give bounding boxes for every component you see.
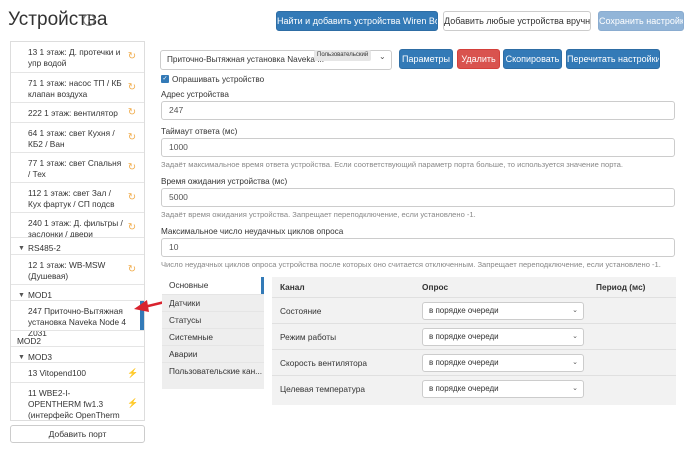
disconnected-icon: ⚡	[127, 368, 139, 378]
sidebar-device-item[interactable]: 64 1 этаж: свет Кухня / КБ2 / Ван ↻	[11, 122, 144, 152]
tab-sensors[interactable]: Датчики	[162, 294, 264, 311]
poll-device-label: Опрашивать устройство	[172, 75, 265, 84]
chevron-down-icon: ⌄	[379, 52, 386, 61]
channel-tabs: Основные Датчики Статусы Системные Авари…	[162, 277, 264, 389]
col-channel: Канал	[280, 282, 305, 292]
devices-sidebar: 13 1 этаж: Д. протечки и упр водой ↻ 71 …	[10, 41, 145, 421]
timeout-input[interactable]: 1000	[161, 138, 675, 157]
find-wb-devices-button[interactable]: Найти и добавить устройства Wiren Board	[276, 11, 438, 31]
chevron-down-icon: ▼	[18, 245, 25, 252]
refresh-icon: ↻	[127, 51, 137, 62]
sidebar-device-item[interactable]: 112 1 этаж: свет Зал / Кух фартук / СП п…	[11, 182, 144, 212]
delete-button[interactable]: Удалить	[457, 49, 500, 69]
channels-table: Канал Опрос Период (мс) Состояние в поря…	[272, 277, 676, 405]
maxfail-input[interactable]: 10	[161, 238, 675, 257]
sidebar-device-item[interactable]: 222 1 этаж: вентилятор ↻	[11, 102, 144, 122]
sidebar-device-item[interactable]: 11 WBE2-I-OPENTHERM fw1.3 (интерфейс Ope…	[11, 382, 144, 420]
table-row: Состояние в порядке очереди ⌄	[272, 297, 676, 323]
sidebar-device-item[interactable]: 13 1 этаж: Д. протечки и упр водой ↻	[11, 42, 144, 72]
custom-template-badge: Пользовательский	[314, 50, 372, 61]
add-port-button[interactable]: Добавить порт	[10, 425, 145, 443]
col-period: Период (мс)	[596, 282, 646, 292]
sidebar-device-item[interactable]: 71 1 этаж: насос ТП / КБ клапан воздуха …	[11, 72, 144, 102]
table-row: Режим работы в порядке очереди ⌄	[272, 323, 676, 349]
sidebar-device-item[interactable]: 12 1 этаж: WB-MSW (Душевая) ↻	[11, 254, 144, 284]
table-row: Целевая температура в порядке очереди ⌄	[272, 375, 676, 401]
address-input[interactable]: 247	[161, 101, 675, 120]
poll-device-checkbox[interactable]: ✓	[161, 75, 169, 83]
tab-main[interactable]: Основные	[162, 277, 264, 294]
copy-button[interactable]: Скопировать	[503, 49, 562, 69]
poll-mode-select[interactable]: в порядке очереди ⌄	[422, 328, 584, 346]
sidebar-device-item[interactable]: 13 Vitopend100 ⚡	[11, 362, 144, 382]
sidebar-device-item[interactable]: 77 1 этаж: свет Спальня / Тех ↻	[11, 152, 144, 182]
params-button[interactable]: Параметры	[399, 49, 453, 69]
refresh-icon: ↻	[127, 162, 137, 173]
wait-label: Время ожидания устройства (мс)	[161, 177, 288, 186]
tab-custom-channels[interactable]: Пользовательские кан...	[162, 362, 264, 379]
wait-input[interactable]: 5000	[161, 188, 675, 207]
tab-statuses[interactable]: Статусы	[162, 311, 264, 328]
refresh-icon: ↻	[127, 192, 137, 203]
sidebar-device-item-selected[interactable]: 247 Приточно-Вытяжная установка Naveka N…	[11, 300, 144, 338]
chevron-down-icon: ⌄	[572, 359, 578, 366]
poll-mode-select[interactable]: в порядке очереди ⌄	[422, 380, 584, 398]
poll-mode-select[interactable]: в порядке очереди ⌄	[422, 302, 584, 320]
address-label: Адрес устройства	[161, 90, 229, 99]
chevron-down-icon: ⌄	[572, 385, 578, 392]
timeout-help: Задаёт максимальное время ответа устройс…	[161, 160, 624, 169]
table-row: Скорость вентилятора в порядке очереди ⌄	[272, 349, 676, 375]
col-poll: Опрос	[422, 282, 449, 292]
page-header: Устройства i Найти и добавить устройства…	[0, 0, 690, 40]
save-settings-button[interactable]: Сохранить настройки	[598, 11, 684, 31]
tab-system[interactable]: Системные	[162, 328, 264, 345]
refresh-icon: ↻	[127, 264, 137, 275]
wait-help: Задаёт время ожидания устройства. Запрещ…	[161, 210, 476, 219]
maxfail-help: Число неудачных циклов опроса устройства…	[161, 260, 661, 269]
maxfail-label: Максимальное число неудачных циклов опро…	[161, 227, 344, 236]
refresh-icon: ↻	[127, 107, 137, 118]
chevron-down-icon: ⌄	[572, 333, 578, 340]
disconnected-icon: ⚡	[127, 398, 139, 408]
timeout-label: Таймаут ответа (мс)	[161, 127, 238, 136]
refresh-icon: ↻	[127, 222, 137, 233]
add-manual-device-button[interactable]: Добавить любые устройства вручную	[443, 11, 591, 31]
chevron-down-icon: ⌄	[572, 307, 578, 314]
poll-mode-select[interactable]: в порядке очереди ⌄	[422, 354, 584, 372]
tab-alarms[interactable]: Аварии	[162, 345, 264, 362]
refresh-icon: ↻	[127, 82, 137, 93]
refresh-icon: ↻	[127, 132, 137, 143]
reread-settings-button[interactable]: Перечитать настройки	[566, 49, 660, 69]
info-icon[interactable]: i	[83, 14, 95, 26]
